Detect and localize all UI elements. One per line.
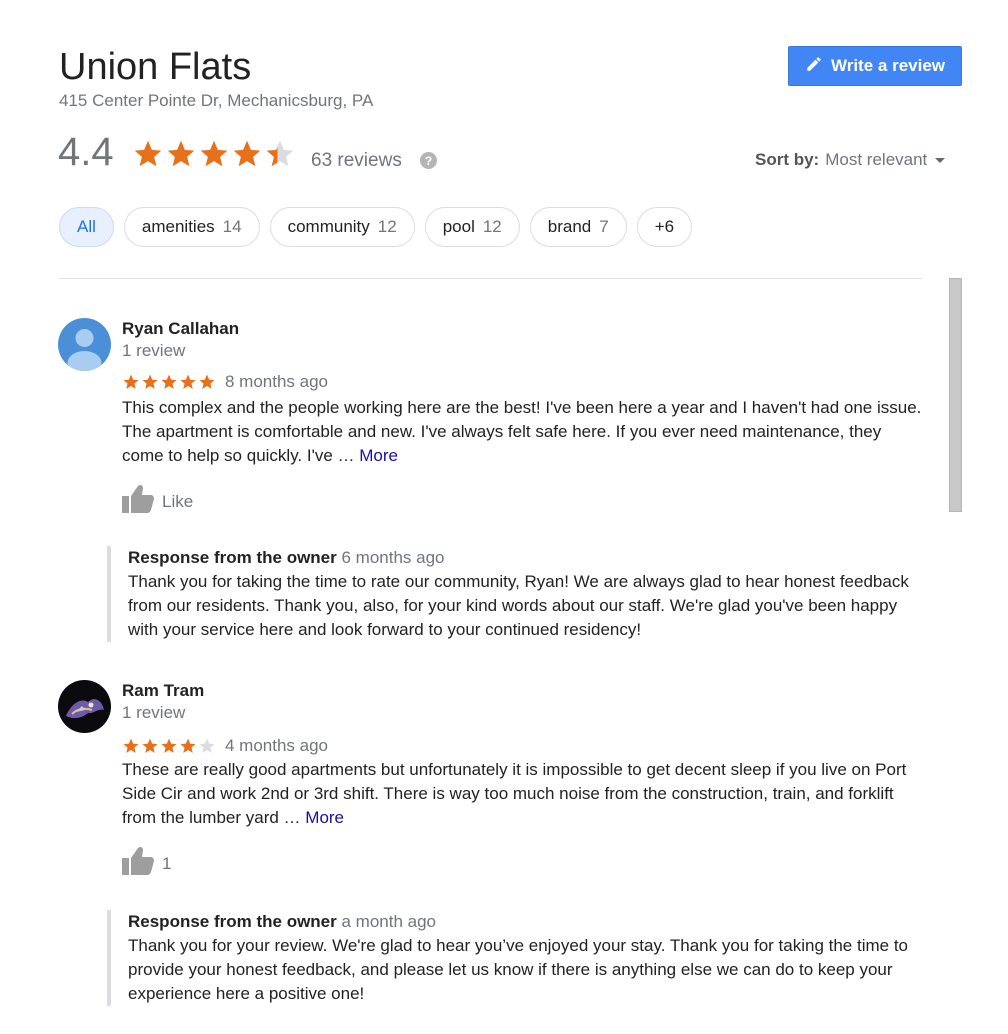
review-rating-row: 4 months ago <box>122 736 328 756</box>
profile-photo-icon <box>58 680 111 733</box>
review-time: 4 months ago <box>225 736 329 755</box>
chip-count: 12 <box>482 217 502 236</box>
like-button[interactable]: 1 <box>122 846 172 880</box>
default-user-icon <box>58 318 111 371</box>
owner-response: Response from the owner 6 months ago Tha… <box>107 546 927 642</box>
review-rating-row: 8 months ago <box>122 372 328 392</box>
star-icon <box>134 140 162 167</box>
owner-response: Response from the owner a month ago Than… <box>107 910 927 1006</box>
owner-response-time: 6 months ago <box>341 548 445 567</box>
star-icon <box>199 374 215 389</box>
star-icon <box>123 374 139 389</box>
reviewer-name[interactable]: Ryan Callahan <box>122 319 239 339</box>
star-icon <box>123 738 139 753</box>
like-label: Like <box>162 491 194 511</box>
average-rating: 4.4 <box>58 130 114 174</box>
help-icon[interactable]: ? <box>420 152 437 169</box>
star-icon <box>180 738 196 753</box>
star-icon <box>199 738 215 753</box>
star-icon <box>266 140 294 167</box>
chip-label: community <box>287 217 370 236</box>
place-title: Union Flats <box>59 46 252 88</box>
chip-community[interactable]: community 12 <box>269 207 415 247</box>
like-button[interactable]: Like <box>122 484 194 518</box>
average-rating-stars <box>132 138 296 170</box>
owner-response-label: Response from the owner <box>128 912 337 931</box>
chip-brand[interactable]: brand 7 <box>529 207 627 247</box>
chip-label: brand <box>547 217 592 236</box>
star-icon <box>161 374 177 389</box>
chip-amenities[interactable]: amenities 14 <box>123 207 260 247</box>
chip-pool[interactable]: pool 12 <box>424 207 520 247</box>
star-icon <box>180 374 196 389</box>
star-icon <box>161 738 177 753</box>
thumbs-up-icon <box>122 484 154 518</box>
more-link[interactable]: More <box>305 808 344 827</box>
star-icon <box>167 140 195 167</box>
write-review-button[interactable]: Write a review <box>788 46 962 86</box>
reviewer-review-count: 1 review <box>122 341 186 360</box>
chip-label: All <box>77 217 96 236</box>
owner-response-text: Thank you for taking the time to rate ou… <box>128 572 909 639</box>
chip-label: +6 <box>654 217 675 236</box>
reviewer-name[interactable]: Ram Tram <box>122 681 204 701</box>
owner-response-time: a month ago <box>341 912 437 931</box>
star-icon <box>233 140 261 167</box>
sort-value: Most relevant <box>825 150 928 169</box>
review-stars <box>122 737 216 755</box>
review-text: This complex and the people working here… <box>122 396 922 468</box>
chip-count: 7 <box>599 217 609 236</box>
reviewer-review-count: 1 review <box>122 703 186 722</box>
review-time: 8 months ago <box>225 372 329 391</box>
write-review-label: Write a review <box>830 56 946 75</box>
pencil-icon <box>805 55 823 78</box>
sort-dropdown[interactable]: Sort by: Most relevant <box>755 150 946 170</box>
star-icon <box>142 374 158 389</box>
chip-count: 12 <box>377 217 397 236</box>
scrollbar-thumb[interactable] <box>949 278 962 512</box>
owner-response-label: Response from the owner <box>128 548 337 567</box>
review-count[interactable]: 63 reviews <box>311 150 402 172</box>
chip-label: pool <box>442 217 475 236</box>
review-body: This complex and the people working here… <box>122 398 922 465</box>
sort-label: Sort by: <box>755 150 820 169</box>
divider <box>59 278 922 279</box>
chip-label: amenities <box>141 217 215 236</box>
avatar[interactable] <box>58 318 111 371</box>
owner-response-text: Thank you for your review. We're glad to… <box>128 936 908 1003</box>
chevron-down-icon <box>935 157 946 163</box>
chip-all[interactable]: All <box>59 207 114 247</box>
star-icon <box>200 140 228 167</box>
more-link[interactable]: More <box>359 446 398 465</box>
review-body: These are really good apartments but unf… <box>122 760 907 827</box>
review-stars <box>122 373 216 391</box>
place-address: 415 Center Pointe Dr, Mechanicsburg, PA <box>59 91 374 110</box>
star-icon <box>142 738 158 753</box>
like-count: 1 <box>162 853 172 873</box>
chip-count: 14 <box>222 217 242 236</box>
topic-filter-chips: All amenities 14 community 12 pool 12 br… <box>59 207 693 247</box>
avatar[interactable] <box>58 680 111 733</box>
thumbs-up-icon <box>122 846 154 880</box>
review-text: These are really good apartments but unf… <box>122 758 922 830</box>
chip-more-topics[interactable]: +6 <box>636 207 693 247</box>
